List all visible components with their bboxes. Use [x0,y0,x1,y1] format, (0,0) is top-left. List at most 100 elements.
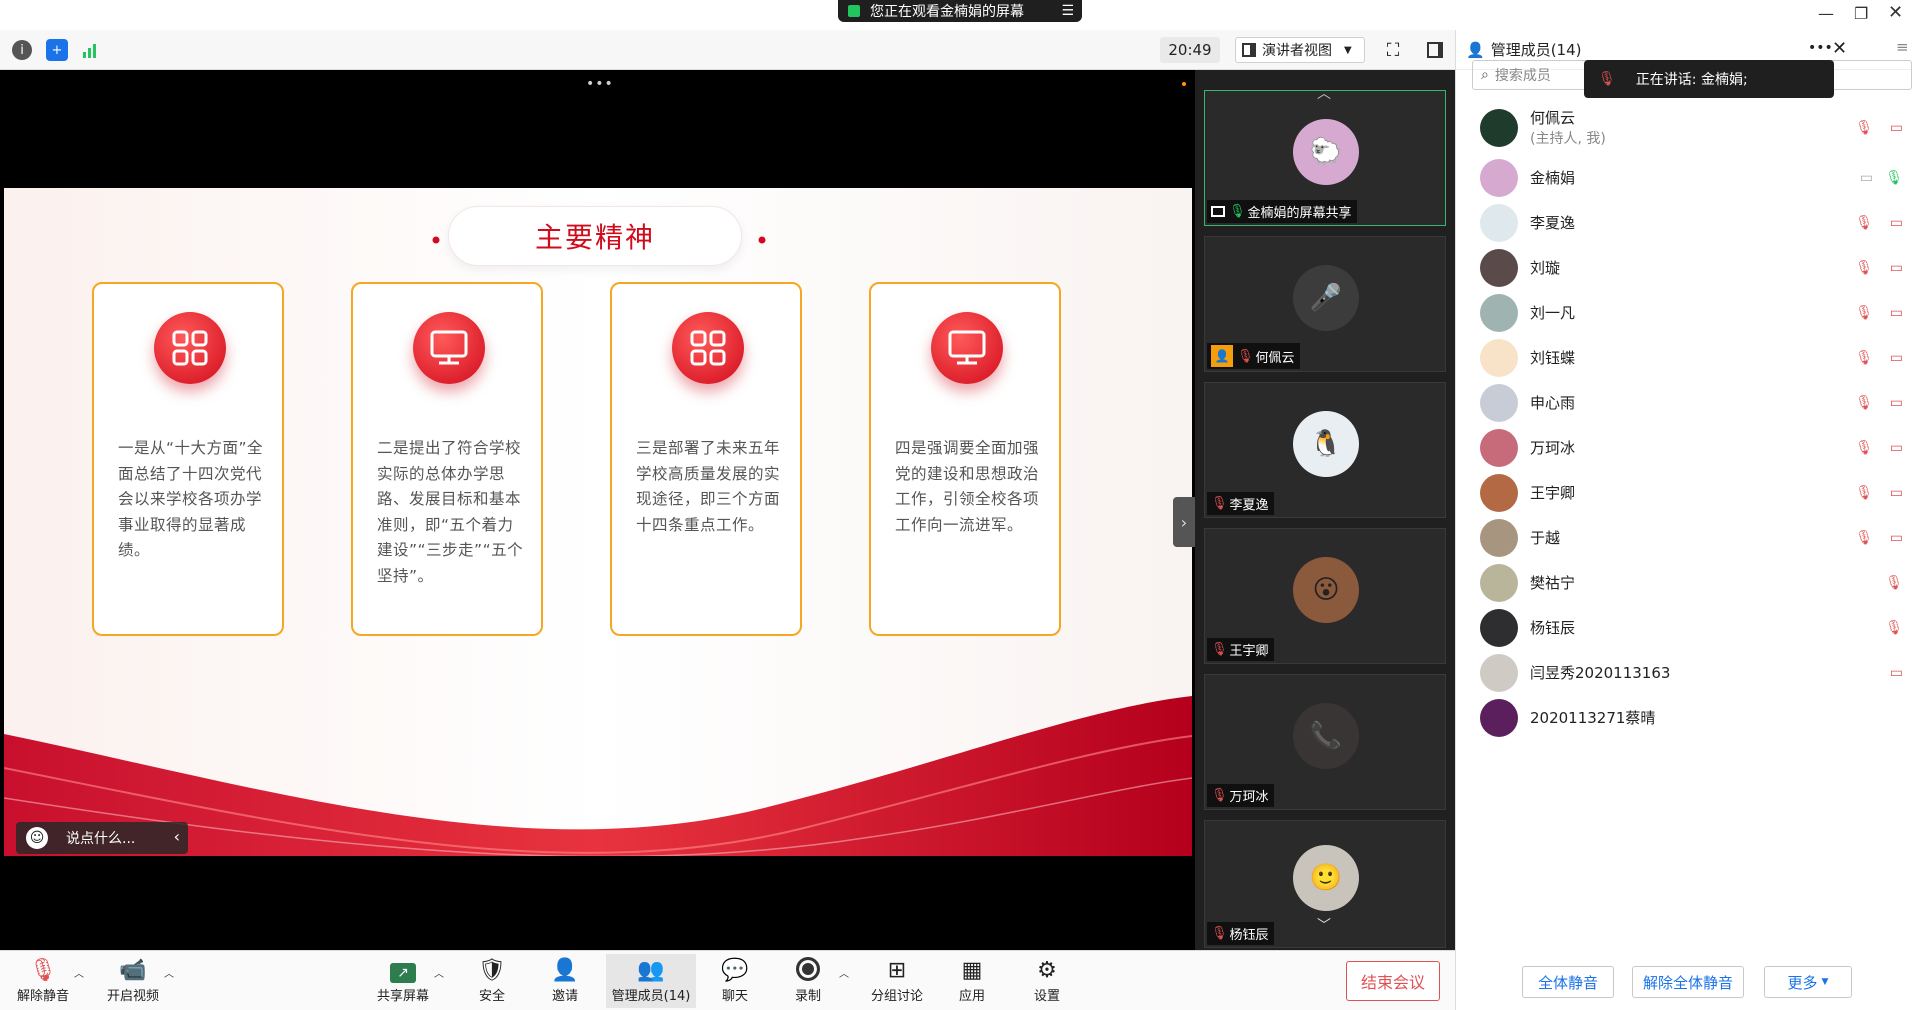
grid-icon [154,312,226,384]
signal-icon[interactable] [80,39,102,61]
avatar [1480,293,1518,332]
restore-icon[interactable]: ❐ [1854,4,1868,23]
chat-button[interactable]: 💬 聊天 [700,957,770,1004]
chat-quick-input[interactable]: ☺ 说点什么... ‹ [16,822,188,854]
avatar [1480,608,1518,647]
screen-share-banner[interactable]: 您正在观看金楠娟的屏幕 ☰ [838,0,1082,22]
chevron-up-icon[interactable]: ︿ [74,965,84,980]
banner-menu-icon[interactable]: ☰ [1061,3,1074,19]
video-tile[interactable]: 🎤 👤 🎙 何佩云 [1204,236,1446,372]
camera-off-icon[interactable]: ▭ [1890,305,1903,321]
view-selector[interactable]: 演讲者视图 ▼ [1235,37,1365,63]
video-tile[interactable]: 📞 🎙 万珂冰 [1204,674,1446,810]
card-text: 三是部署了未来五年学校高质量发展的实现途径，即三个方面十四条重点工作。 [636,439,781,534]
camera-off-icon[interactable]: ▭ [1890,215,1903,231]
video-tile[interactable]: ︿ 🐑 🎙 金楠娟的屏幕共享 [1204,86,1446,226]
gallery-toggle-button[interactable]: › [1173,497,1195,547]
camera-off-icon[interactable]: ▭ [1890,665,1903,681]
camera-off-icon[interactable]: ▭ [1890,395,1903,411]
chat-placeholder: 说点什么... [66,831,136,847]
card-text: 四是强调要全面加强党的建设和思想政治工作，引领全校各项工作向一流进军。 [895,439,1040,534]
presentation-slide: 主要精神 一是从“十大方面”全面总结了十四次党代会以来学校各项办学事业取得的显著… [4,188,1192,856]
chevron-up-icon[interactable]: ︿ [434,965,444,980]
video-tile[interactable]: 🐧 🎙 李夏逸 [1204,382,1446,518]
slide-card-4: 四是强调要全面加强党的建设和思想政治工作，引领全校各项工作向一流进军。 [869,282,1061,636]
chevron-up-icon[interactable]: ︿ [839,965,849,980]
tile-name: 金楠娟的屏幕共享 [1247,206,1352,221]
unmute-button[interactable]: 🎙 解除静音 ︿ [8,957,84,1004]
search-placeholder: 搜索成员 [1494,68,1551,84]
breakout-icon: ⊞ [887,958,907,983]
mic-muted-icon: 🎙 [29,958,57,983]
unmute-label: 解除静音 [16,989,69,1004]
mic-muted-icon[interactable]: 🎙 [1885,575,1903,591]
mic-muted-icon[interactable]: 🎙 [1855,395,1873,411]
close-panel-icon[interactable]: ✕ [1832,38,1847,59]
mic-muted-icon[interactable]: 🎙 [1855,305,1873,321]
shield-icon[interactable]: + [46,39,68,61]
mic-muted-icon[interactable]: 🎙 [1855,260,1873,276]
tile-name: 王宇卿 [1229,644,1269,659]
mic-muted-icon[interactable]: 🎙 [1855,215,1873,231]
share-screen-icon: ↗ [390,957,416,985]
mic-muted-icon[interactable]: 🎙 [1855,440,1873,456]
unmute-all-button[interactable]: 解除全体静音 [1632,966,1744,998]
camera-off-icon[interactable]: ▭ [1890,350,1903,366]
more-button[interactable]: 更多 ▼ [1764,966,1852,998]
chevron-up-icon[interactable]: ︿ [164,965,174,980]
monitor-icon [931,312,1003,384]
slide-card-1: 一是从“十大方面”全面总结了十四次党代会以来学校各项办学事业取得的显著成绩。 [92,282,284,636]
more-options-icon[interactable]: ••• [586,76,614,92]
record-button[interactable]: 录制 ︿ [773,957,849,1004]
share-screen-button[interactable]: ↗ 共享屏幕 ︿ [368,957,444,1004]
mic-muted-icon[interactable]: 🎙 [1855,485,1873,501]
emoji-icon[interactable]: ☺ [26,827,48,849]
search-icon: ⌕ [1481,67,1489,83]
chevron-down-icon[interactable]: ﹀ [1317,915,1331,935]
avatar [1480,428,1518,467]
avatar: 🎤 [1293,265,1359,331]
people-icon: 👥 [637,958,665,983]
camera-off-icon[interactable]: ▭ [1890,120,1903,136]
title-bar: 您正在观看金楠娟的屏幕 ☰ — ❐ ✕ [0,0,1912,30]
video-tile[interactable]: 🙂 ﹀ 🎙 杨钰辰 [1204,820,1446,948]
mic-on-icon[interactable]: 🎙 [1885,170,1903,186]
card-text: 一是从“十大方面”全面总结了十四次党代会以来学校各项办学事业取得的显著成绩。 [118,439,264,559]
tile-name: 何佩云 [1255,350,1295,366]
apps-button[interactable]: ▦ 应用 [937,957,1007,1004]
manage-members-button[interactable]: 👥 管理成员(14) [606,954,696,1008]
camera-off-icon[interactable]: ▭ [1890,260,1903,276]
list-item[interactable]: 何佩云 (主持人, 我) 🎙 ▭ [1456,100,1912,155]
layout-toggle-icon[interactable] [1424,39,1446,61]
mic-muted-icon[interactable]: 🎙 [1855,350,1873,366]
tile-name-bar: 🎙 金楠娟的屏幕共享 [1207,200,1357,223]
invite-button[interactable]: 👤 邀请 [530,957,600,1004]
start-video-button[interactable]: 📹 开启视频 ︿ [98,957,174,1004]
camera-off-icon[interactable]: ▭ [1890,485,1903,501]
camera-off-icon[interactable]: ▭ [1890,530,1903,546]
close-icon[interactable]: ✕ [1888,2,1903,23]
panel-menu-icon[interactable]: ≡ [1896,38,1909,56]
list-item[interactable]: 2020113271蔡晴 [1456,690,1912,745]
mic-muted-icon[interactable]: 🎙 [1855,120,1873,136]
collapse-icon[interactable]: ‹ [174,827,180,846]
member-name: 杨钰辰 [1530,618,1576,637]
host-icon: 👤 [1211,345,1233,367]
video-tile[interactable]: 😮 🎙 王宇卿 [1204,528,1446,664]
mute-all-button[interactable]: 全体静音 [1522,966,1614,998]
slide-title: 主要精神 [534,221,655,254]
chevron-up-icon[interactable]: ︿ [1317,83,1331,103]
mic-muted-icon[interactable]: 🎙 [1885,620,1903,636]
settings-label: 设置 [1033,989,1060,1004]
camera-off-icon[interactable]: ▭ [1890,440,1903,456]
settings-button[interactable]: ⚙ 设置 [1012,957,1082,1004]
breakout-button[interactable]: ⊞ 分组讨论 [862,957,932,1004]
minimize-icon[interactable]: — [1818,4,1834,23]
more-options-icon[interactable]: ••• [1808,40,1833,56]
mic-muted-icon[interactable]: 🎙 [1855,530,1873,546]
end-meeting-button[interactable]: 结束会议 [1346,961,1440,1001]
security-button[interactable]: 🛡 安全 [457,957,527,1004]
fullscreen-icon[interactable]: ⛶ [1382,39,1404,61]
info-icon[interactable]: i [12,40,32,60]
member-name: 申心雨 [1530,393,1576,412]
